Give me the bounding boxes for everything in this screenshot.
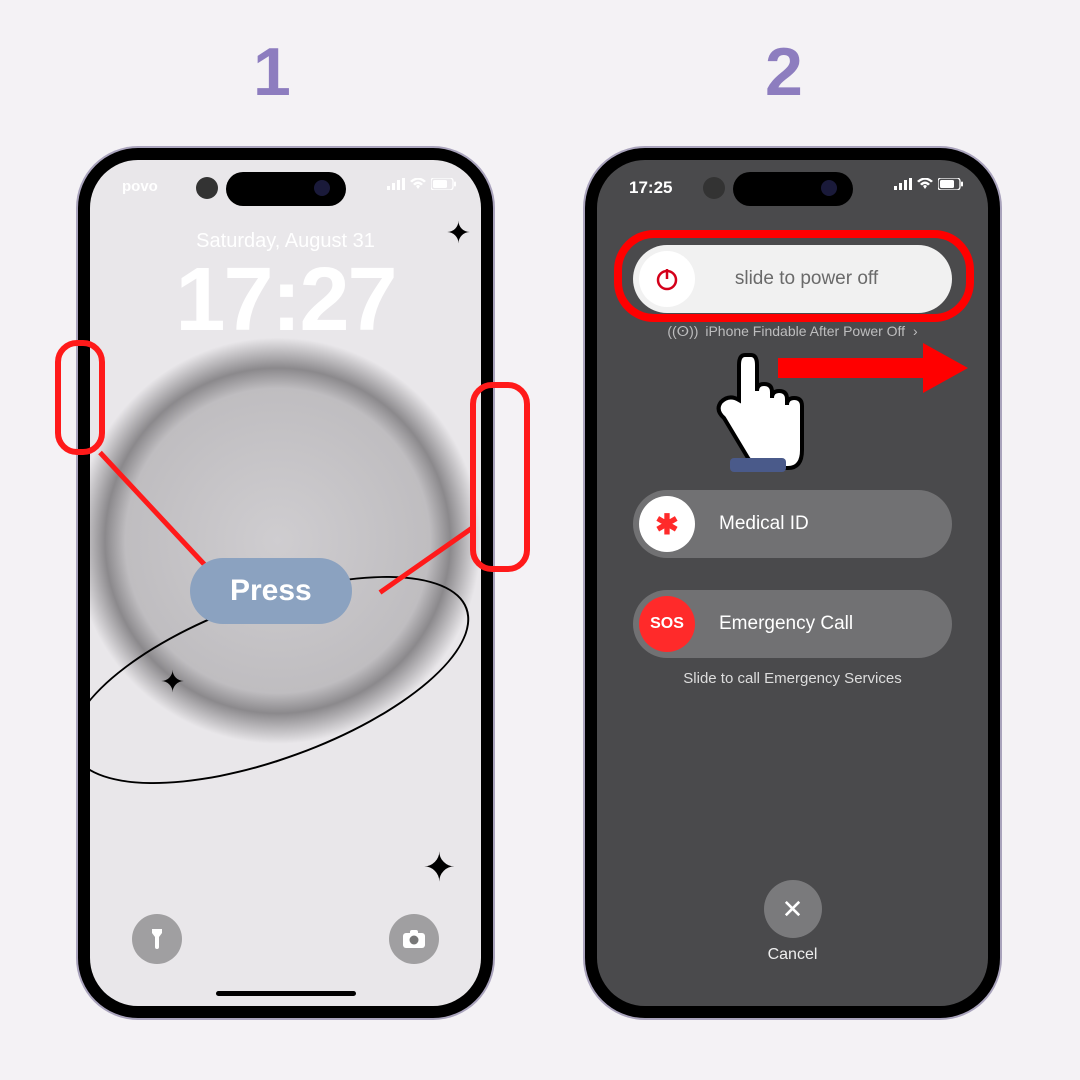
camera-button[interactable] [389, 914, 439, 964]
location-broadcast-icon: ((ⵙ)) [667, 323, 698, 339]
asterisk-icon: ✱ [655, 508, 678, 541]
annotation-highlight-power-slider [614, 230, 974, 322]
home-indicator[interactable] [216, 991, 356, 996]
annotation-pointing-hand-icon [700, 340, 810, 485]
annotation-volume-button-box [55, 340, 105, 455]
wifi-icon [409, 178, 427, 190]
sparkle-icon: ✦ [446, 216, 471, 251]
step-number-2: 2 [765, 33, 803, 111]
annotation-press-label: Press [190, 558, 352, 624]
cancel-button[interactable]: ✕ [764, 880, 822, 938]
close-icon: ✕ [782, 894, 804, 925]
flashlight-button[interactable] [132, 914, 182, 964]
sos-knob[interactable]: SOS [639, 596, 695, 652]
status-carrier: povo [122, 178, 158, 195]
medical-id-label: Medical ID [701, 513, 809, 535]
signal-bars-icon [894, 178, 912, 190]
chevron-right-icon: › [913, 323, 918, 339]
flashlight-icon [147, 927, 167, 951]
sos-icon: SOS [650, 615, 684, 633]
step-number-1: 1 [253, 33, 291, 111]
camera-icon [402, 929, 426, 949]
slide-medical-id[interactable]: ✱ Medical ID [633, 490, 952, 558]
cancel-label: Cancel [597, 946, 988, 964]
status-icons [387, 178, 457, 190]
status-icons [894, 178, 964, 190]
slide-emergency-call[interactable]: SOS Emergency Call [633, 590, 952, 658]
annotation-side-button-box [470, 382, 530, 572]
battery-icon [938, 178, 964, 190]
sparkle-icon: ✦ [160, 665, 185, 700]
medical-id-knob[interactable]: ✱ [639, 496, 695, 552]
sparkle-icon: ✦ [422, 845, 456, 891]
emergency-hint: Slide to call Emergency Services [597, 670, 988, 687]
emergency-call-label: Emergency Call [701, 613, 853, 635]
signal-bars-icon [387, 178, 405, 190]
dynamic-island [226, 172, 346, 206]
dynamic-island [733, 172, 853, 206]
wifi-icon [916, 178, 934, 190]
status-time: 17:25 [629, 178, 672, 198]
battery-icon [431, 178, 457, 190]
lock-screen-time: 17:27 [175, 255, 395, 345]
